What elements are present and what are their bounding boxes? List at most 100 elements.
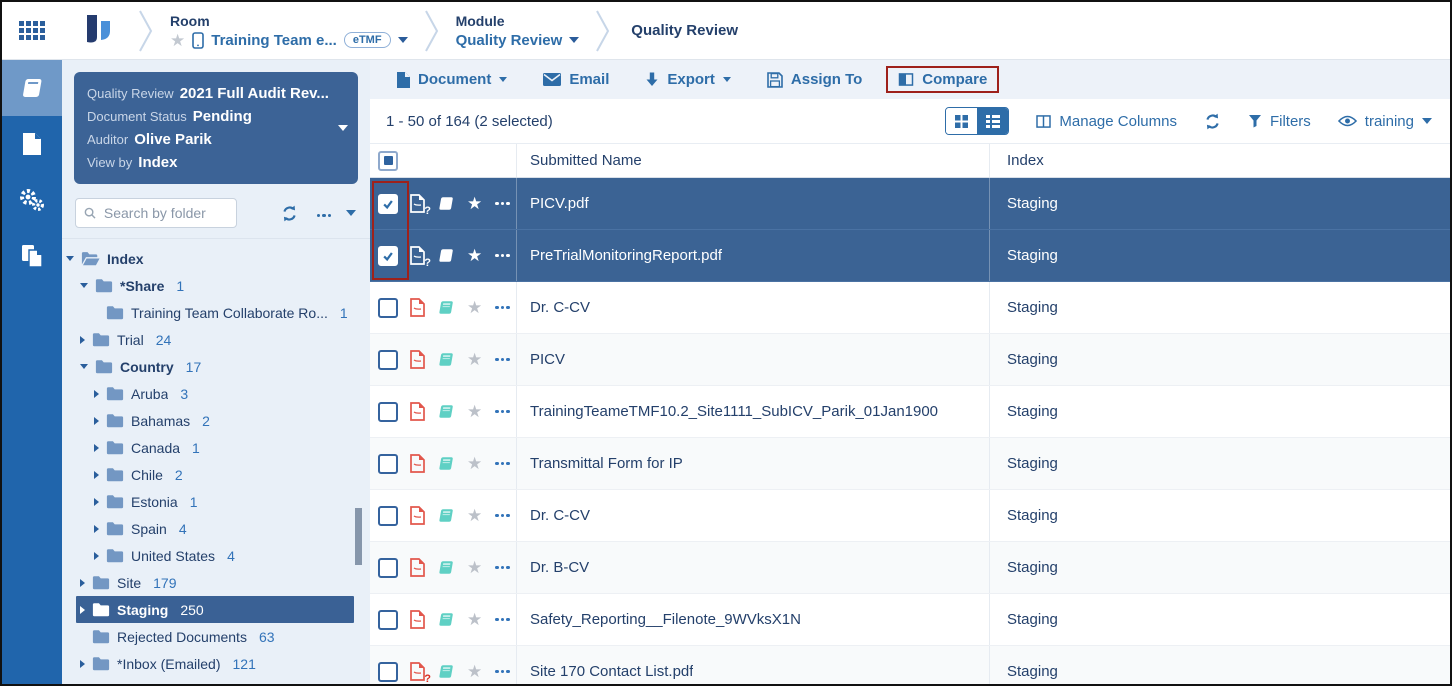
submitted-name-cell[interactable]: PICV [517,334,990,385]
row-checkbox[interactable] [378,506,398,526]
folder-options-caret-icon[interactable] [346,210,356,216]
favorite-star-icon[interactable]: ★ [467,559,482,576]
table-row[interactable]: ? ★ Dr. C-CV Staging [370,282,1450,334]
table-row[interactable]: ? ★ PreTrialMonitoringReport.pdf Staging [370,230,1450,282]
tree-item[interactable]: United States 4 [62,542,354,569]
tree-caret-icon[interactable] [94,552,99,560]
tree-caret-icon[interactable] [80,283,88,288]
folder-more-actions-icon[interactable] [316,204,333,222]
tree-caret-icon[interactable] [80,364,88,369]
tree-item[interactable]: *Uploaded Documents 212 [62,677,354,684]
folder-search-box[interactable] [75,198,237,228]
row-checkbox[interactable] [378,194,398,214]
tree-caret-icon[interactable] [94,471,99,479]
row-more-actions-icon[interactable] [494,358,511,362]
submitted-name-cell[interactable]: PreTrialMonitoringReport.pdf [517,230,990,281]
favorite-star-icon[interactable]: ★ [467,351,482,368]
document-versions-icon[interactable] [437,352,455,367]
table-row[interactable]: ? ★ Transmittal Form for IP Staging [370,438,1450,490]
table-row[interactable]: ? ★ Site 170 Contact List.pdf Staging [370,646,1450,684]
favorite-star-icon[interactable]: ★ [467,455,482,472]
submitted-name-cell[interactable]: Dr. C-CV [517,282,990,333]
export-menu-button[interactable]: Export [633,66,743,93]
module-name[interactable]: Quality Review [456,32,563,49]
tree-scrollbar[interactable] [355,508,362,565]
tree-item[interactable]: Bahamas 2 [62,407,354,434]
column-header-submitted-name[interactable]: Submitted Name [517,144,990,177]
favorite-star-icon[interactable]: ★ [467,299,482,316]
submitted-name-cell[interactable]: Transmittal Form for IP [517,438,990,489]
document-versions-icon[interactable] [437,404,455,419]
folder-search-input[interactable] [102,204,228,222]
submitted-name-cell[interactable]: Site 170 Contact List.pdf [517,646,990,684]
document-versions-icon[interactable] [437,196,455,211]
submitted-name-cell[interactable]: Dr. B-CV [517,542,990,593]
document-menu-button[interactable]: Document [385,66,519,93]
favorite-star-icon[interactable]: ★ [467,663,482,680]
tree-item[interactable]: Aruba 3 [62,380,354,407]
tree-caret-icon[interactable] [94,498,99,506]
row-more-actions-icon[interactable] [494,254,511,258]
document-versions-icon[interactable] [437,664,455,679]
tree-caret-icon[interactable] [94,417,99,425]
row-more-actions-icon[interactable] [494,618,511,622]
submitted-name-cell[interactable]: TrainingTeameTMF10.2_Site1111_SubICV_Par… [517,386,990,437]
assign-to-button[interactable]: Assign To [755,66,874,93]
row-checkbox[interactable] [378,454,398,474]
row-checkbox[interactable] [378,662,398,682]
tree-item[interactable]: Training Team Collaborate Ro... 1 [62,299,354,326]
grid-view-button[interactable] [946,108,977,134]
row-more-actions-icon[interactable] [494,410,511,414]
view-selector-button[interactable]: training [1338,113,1432,130]
document-versions-icon[interactable] [437,248,455,263]
table-row[interactable]: ? ★ Safety_Reporting__Filenote_9WVksX1N … [370,594,1450,646]
refresh-folders-icon[interactable] [281,205,298,222]
rail-item-pages[interactable] [2,116,62,172]
document-versions-icon[interactable] [437,508,455,523]
tree-caret-icon[interactable] [94,390,99,398]
tree-item[interactable]: Spain 4 [62,515,354,542]
favorite-star-icon[interactable]: ★ [467,611,482,628]
tree-item[interactable]: Site 179 [62,569,354,596]
favorite-star-icon[interactable]: ★ [467,507,482,524]
tree-item[interactable]: Rejected Documents 63 [62,623,354,650]
favorite-star-icon[interactable]: ★ [170,32,185,49]
row-more-actions-icon[interactable] [494,462,511,466]
document-versions-icon[interactable] [437,560,455,575]
row-checkbox[interactable] [378,350,398,370]
select-all-checkbox[interactable] [378,151,398,171]
favorite-star-icon[interactable]: ★ [467,247,482,264]
tree-caret-icon[interactable] [66,256,74,261]
favorite-star-icon[interactable]: ★ [467,195,482,212]
refresh-list-icon[interactable] [1204,113,1221,130]
tree-caret-icon[interactable] [80,579,85,587]
tree-caret-icon[interactable] [94,525,99,533]
tree-item[interactable]: Country 17 [62,353,354,380]
review-card-caret-icon[interactable] [338,125,348,131]
tree-item[interactable]: Index [62,245,354,272]
rail-item-settings[interactable] [2,172,62,228]
table-row[interactable]: ? ★ Dr. B-CV Staging [370,542,1450,594]
row-checkbox[interactable] [378,610,398,630]
document-versions-icon[interactable] [437,300,455,315]
tree-item[interactable]: Trial 24 [62,326,354,353]
row-checkbox[interactable] [378,558,398,578]
table-row[interactable]: ? ★ Dr. C-CV Staging [370,490,1450,542]
row-checkbox[interactable] [378,402,398,422]
tree-item[interactable]: Staging 250 [76,596,354,623]
tree-item[interactable]: Canada 1 [62,434,354,461]
tree-caret-icon[interactable] [80,336,85,344]
favorite-star-icon[interactable]: ★ [467,403,482,420]
room-name[interactable]: Training Team e... [211,32,337,49]
app-launcher-button[interactable] [2,2,62,59]
row-checkbox[interactable] [378,298,398,318]
rail-item-documents[interactable] [2,60,62,116]
review-summary-card[interactable]: Quality Review2021 Full Audit Rev... Doc… [74,72,358,184]
table-row[interactable]: ? ★ PICV Staging [370,334,1450,386]
document-versions-icon[interactable] [437,456,455,471]
table-row[interactable]: ? ★ TrainingTeameTMF10.2_Site1111_SubICV… [370,386,1450,438]
brand-logo[interactable] [62,2,136,59]
row-more-actions-icon[interactable] [494,566,511,570]
email-button[interactable]: Email [531,66,621,93]
document-versions-icon[interactable] [437,612,455,627]
